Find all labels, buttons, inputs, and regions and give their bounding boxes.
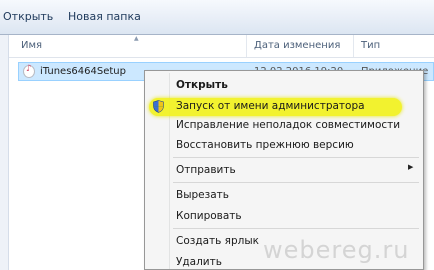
menu-item-restore-previous-version[interactable]: Восстановить прежнюю версию bbox=[176, 139, 354, 151]
menu-item-create-shortcut[interactable]: Создать ярлык bbox=[176, 235, 259, 247]
menu-item-run-as-admin[interactable]: Запуск от имени администратора bbox=[176, 100, 365, 112]
open-button[interactable]: Открыть bbox=[3, 10, 53, 23]
column-headers: ▲ Имя Дата изменения Тип bbox=[9, 35, 434, 58]
menu-item-open[interactable]: Открыть bbox=[176, 79, 228, 91]
column-header-date[interactable]: Дата изменения bbox=[254, 40, 340, 51]
menu-separator bbox=[173, 228, 419, 229]
itunes-icon bbox=[23, 64, 35, 78]
file-name: iTunes6464Setup bbox=[40, 66, 126, 77]
uac-shield-icon bbox=[153, 100, 164, 113]
command-bar: Открыть Новая папка bbox=[0, 0, 434, 35]
column-divider[interactable] bbox=[353, 35, 354, 57]
menu-item-delete[interactable]: Удалить bbox=[176, 256, 222, 268]
new-folder-button[interactable]: Новая папка bbox=[68, 10, 141, 23]
submenu-arrow-icon: ▶ bbox=[408, 163, 414, 171]
column-header-type[interactable]: Тип bbox=[361, 40, 380, 51]
menu-item-copy[interactable]: Копировать bbox=[176, 210, 242, 222]
watermark: webereg.ru bbox=[263, 236, 410, 264]
sort-arrow-icon: ▲ bbox=[134, 35, 139, 42]
menu-item-cut[interactable]: Вырезать bbox=[176, 189, 229, 201]
column-divider[interactable] bbox=[246, 35, 247, 57]
navigation-pane bbox=[0, 35, 9, 270]
menu-separator bbox=[173, 182, 419, 183]
menu-item-troubleshoot-compatibility[interactable]: Исправление неполадок совместимости bbox=[176, 119, 400, 131]
column-header-name[interactable]: Имя bbox=[21, 40, 42, 51]
menu-separator bbox=[173, 157, 419, 158]
menu-item-send-to[interactable]: Отправить bbox=[176, 164, 236, 176]
